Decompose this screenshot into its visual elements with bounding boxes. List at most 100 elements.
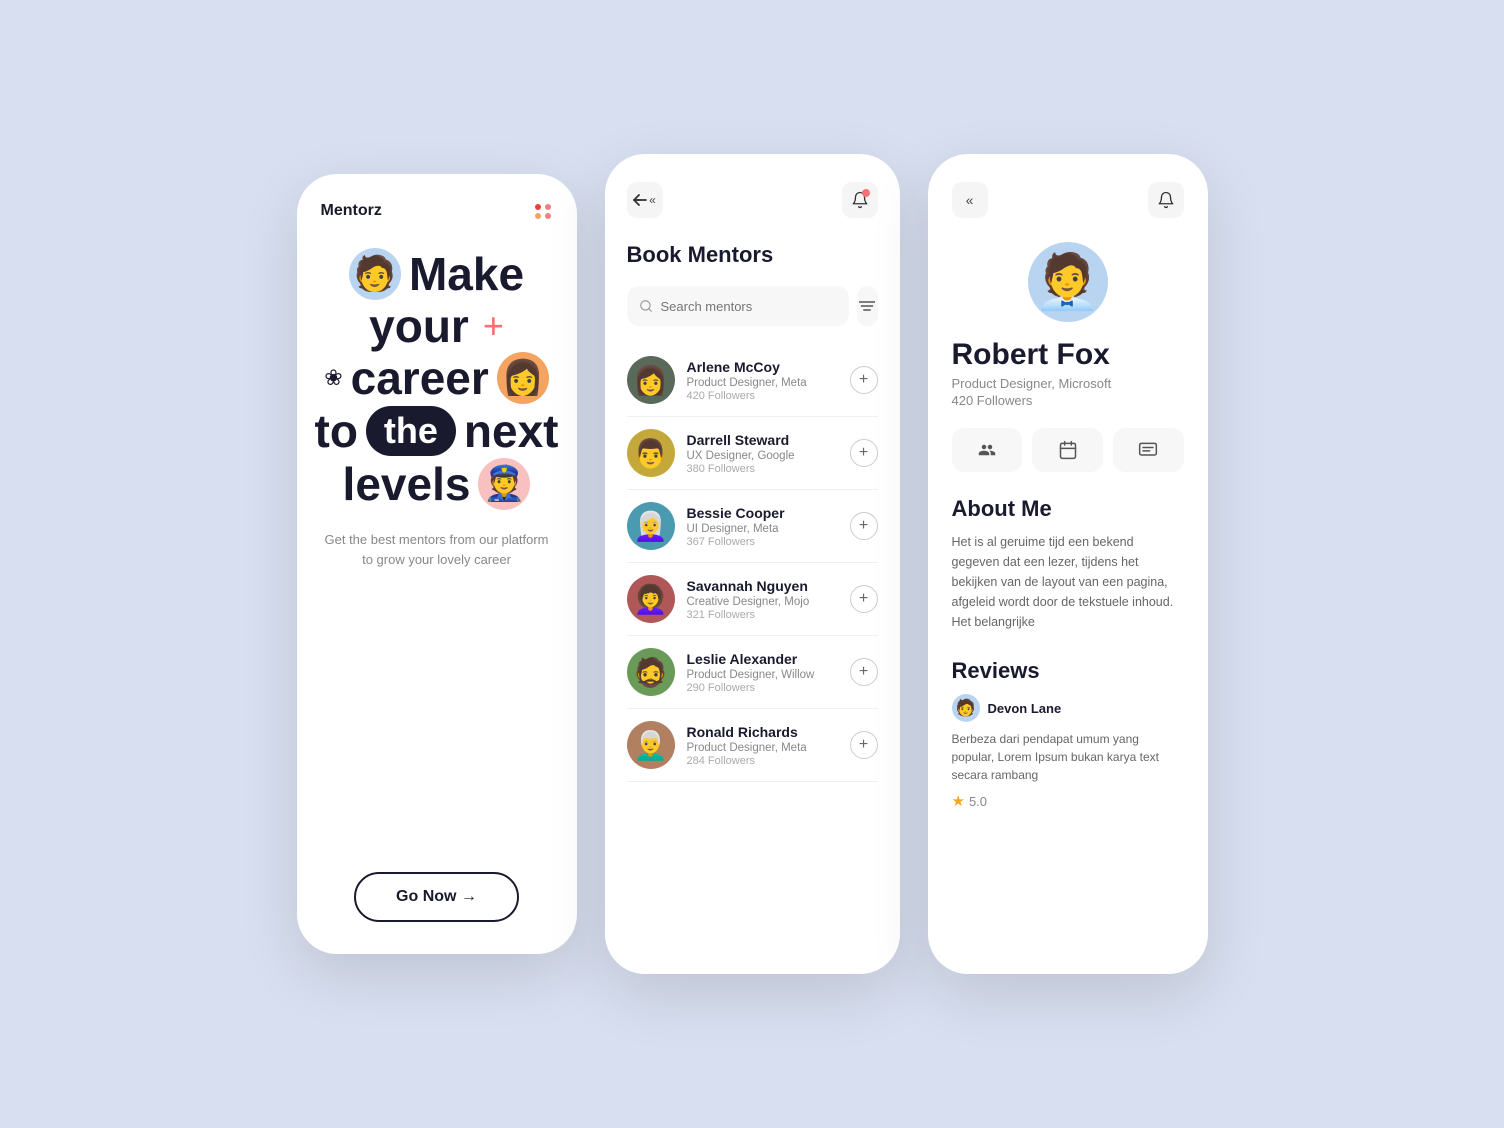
mentor-info-1: Darrell Steward UX Designer, Google 380 … xyxy=(687,432,838,475)
search-bar xyxy=(627,286,878,326)
screen-1-header: Mentorz xyxy=(321,202,553,220)
screen-2-title: Book Mentors xyxy=(627,242,878,268)
profile-avatar-wrap: 🧑‍💼 xyxy=(952,242,1184,322)
add-mentor-button[interactable]: + xyxy=(850,731,878,759)
hero-row-1: 🧑 Make xyxy=(349,248,524,300)
add-mentor-button[interactable]: + xyxy=(850,658,878,686)
mentor-followers: 367 Followers xyxy=(687,536,838,548)
add-mentor-button[interactable]: + xyxy=(850,512,878,540)
mentor-avatar-4: 🧔 xyxy=(627,648,675,696)
mentor-role: Product Designer, Willow xyxy=(687,669,838,681)
profile-name: Robert Fox xyxy=(952,338,1184,372)
notification-dot xyxy=(862,189,870,197)
hero-row-5: levels 👮 xyxy=(343,458,531,510)
action-buttons xyxy=(952,428,1184,472)
screens-container: Mentorz 🧑 Make your + xyxy=(297,154,1208,974)
mentor-followers: 380 Followers xyxy=(687,463,838,475)
search-icon xyxy=(639,299,653,313)
about-text: Het is al geruime tijd een bekend gegeve… xyxy=(952,532,1184,632)
mentor-info-0: Arlene McCoy Product Designer, Meta 420 … xyxy=(687,359,838,402)
message-icon xyxy=(1138,440,1158,460)
back-button-3[interactable]: « xyxy=(952,182,988,218)
screen-2-header: « xyxy=(627,182,878,218)
notification-button-3[interactable] xyxy=(1148,182,1184,218)
mentor-name: Ronald Richards xyxy=(687,724,838,740)
app-logo: Mentorz xyxy=(321,202,382,220)
mentor-avatar-2: 👩‍🦳 xyxy=(627,502,675,550)
review-text: Berbeza dari pendapat umum yang popular,… xyxy=(952,730,1184,784)
reviewer-avatar: 🧑 xyxy=(952,694,980,722)
filter-icon xyxy=(859,299,875,313)
add-mentor-button[interactable]: + xyxy=(850,439,878,467)
mentor-role: Creative Designer, Mojo xyxy=(687,596,838,608)
filter-button[interactable] xyxy=(857,286,878,326)
screen-1: Mentorz 🧑 Make your + xyxy=(297,174,577,954)
follow-button[interactable] xyxy=(952,428,1023,472)
calendar-icon xyxy=(1058,440,1078,460)
mentor-item: 👩‍🦳 Bessie Cooper UI Designer, Meta 367 … xyxy=(627,490,878,563)
reviewer: 🧑 Devon Lane xyxy=(952,694,1184,722)
mentor-item: 👩 Arlene McCoy Product Designer, Meta 42… xyxy=(627,344,878,417)
mentor-item: 👨‍🦳 Ronald Richards Product Designer, Me… xyxy=(627,709,878,782)
profile-avatar: 🧑‍💼 xyxy=(1028,242,1108,322)
mentor-followers: 290 Followers xyxy=(687,682,838,694)
mentor-name: Bessie Cooper xyxy=(687,505,838,521)
mentor-list: 👩 Arlene McCoy Product Designer, Meta 42… xyxy=(627,344,878,782)
reviews-section: Reviews 🧑 Devon Lane Berbeza dari pendap… xyxy=(952,658,1184,810)
mentor-item: 👨 Darrell Steward UX Designer, Google 38… xyxy=(627,417,878,490)
mentor-avatar-3: 👩‍🦱 xyxy=(627,575,675,623)
message-button[interactable] xyxy=(1113,428,1184,472)
hero-avatar-1: 🧑 xyxy=(349,248,401,300)
mentor-avatar-0: 👩 xyxy=(627,356,675,404)
calendar-button[interactable] xyxy=(1032,428,1103,472)
hero-word-make: Make xyxy=(409,250,524,298)
mentor-name: Savannah Nguyen xyxy=(687,578,838,594)
mentor-followers: 420 Followers xyxy=(687,390,838,402)
star-icon: ★ xyxy=(952,792,965,810)
add-mentor-button[interactable]: + xyxy=(850,585,878,613)
hero-row-2: your + xyxy=(369,302,504,350)
add-mentor-button[interactable]: + xyxy=(850,366,878,394)
hero-word-career: career xyxy=(351,354,489,402)
mentor-item: 🧔 Leslie Alexander Product Designer, Wil… xyxy=(627,636,878,709)
mentor-name: Arlene McCoy xyxy=(687,359,838,375)
screen-3: « 🧑‍💼 Robert Fox Product Designer, Micro… xyxy=(928,154,1208,974)
flower-decoration: ❀ xyxy=(324,365,342,391)
tagline: Get the best mentors from our platform t… xyxy=(321,530,553,569)
mentor-name: Darrell Steward xyxy=(687,432,838,448)
mentor-info-5: Ronald Richards Product Designer, Meta 2… xyxy=(687,724,838,767)
mentor-avatar-1: 👨 xyxy=(627,429,675,477)
notification-button[interactable] xyxy=(842,182,878,218)
mentor-role: UI Designer, Meta xyxy=(687,523,838,535)
mentor-avatar-5: 👨‍🦳 xyxy=(627,721,675,769)
hero-section: 🧑 Make your + ❀ career 👩 to the ne xyxy=(321,248,553,872)
reviewer-name: Devon Lane xyxy=(988,701,1062,716)
profile-role: Product Designer, Microsoft xyxy=(952,376,1184,391)
go-now-button[interactable]: Go Now → xyxy=(354,872,519,922)
mentor-info-2: Bessie Cooper UI Designer, Meta 367 Foll… xyxy=(687,505,838,548)
mentor-info-4: Leslie Alexander Product Designer, Willo… xyxy=(687,651,838,694)
back-button[interactable]: « xyxy=(627,182,663,218)
add-person-icon xyxy=(977,441,997,459)
the-badge: the xyxy=(366,406,456,456)
search-input-wrap xyxy=(627,286,849,326)
screen-2: « Book Mentors xyxy=(605,154,900,974)
hero-avatar-3: 👮 xyxy=(478,458,530,510)
hero-avatar-2: 👩 xyxy=(497,352,549,404)
menu-dots-icon[interactable] xyxy=(535,204,553,219)
mentor-followers: 284 Followers xyxy=(687,755,838,767)
rating-value: 5.0 xyxy=(969,794,987,809)
plus-decoration: + xyxy=(483,308,504,344)
profile-followers: 420 Followers xyxy=(952,393,1184,408)
search-input[interactable] xyxy=(661,289,837,324)
hero-word-next: next xyxy=(464,407,559,455)
hero-word-levels: levels xyxy=(343,460,471,508)
star-rating: ★ 5.0 xyxy=(952,792,1184,810)
mentor-item: 👩‍🦱 Savannah Nguyen Creative Designer, M… xyxy=(627,563,878,636)
mentor-role: Product Designer, Meta xyxy=(687,377,838,389)
mentor-role: Product Designer, Meta xyxy=(687,742,838,754)
about-title: About Me xyxy=(952,496,1184,522)
reviews-title: Reviews xyxy=(952,658,1184,684)
hero-word-your: your xyxy=(369,302,469,350)
mentor-info-3: Savannah Nguyen Creative Designer, Mojo … xyxy=(687,578,838,621)
